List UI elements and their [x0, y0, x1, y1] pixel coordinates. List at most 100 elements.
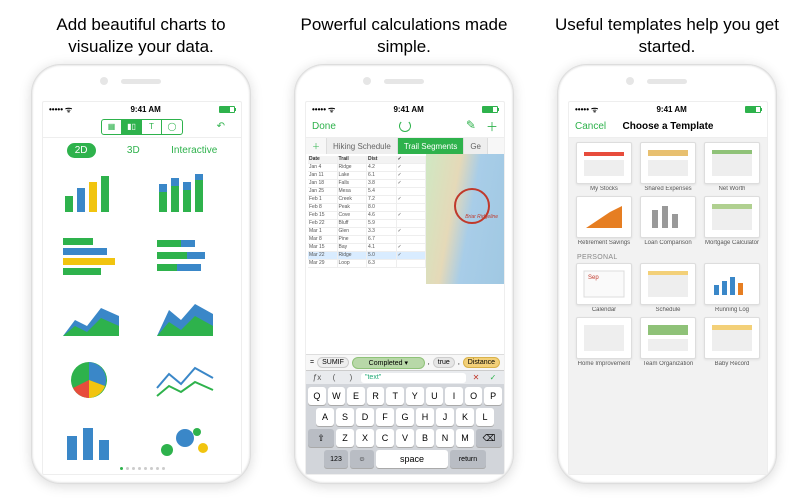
- formula-column-token[interactable]: Completed ▾: [352, 357, 425, 369]
- battery-icon: [219, 106, 235, 113]
- phone-frame-2: •••••ᯤ 9:41 AM Done ✎ ＋ ＋ Hiking Schedule…: [294, 64, 514, 484]
- chart-type-line[interactable]: [155, 358, 223, 408]
- chart-type-bar[interactable]: [61, 172, 129, 222]
- done-button[interactable]: Done: [312, 121, 336, 132]
- status-bar: •••••ᯤ 9:41 AM: [306, 102, 504, 116]
- tab-3d[interactable]: 3D: [127, 145, 140, 156]
- key-b[interactable]: B: [416, 429, 434, 447]
- template-loan[interactable]: Loan Comparison: [639, 196, 697, 248]
- key-p[interactable]: P: [484, 387, 502, 405]
- formula-function-token[interactable]: SUMIF: [317, 357, 349, 368]
- carrier-dots: •••••: [312, 105, 326, 114]
- keyboard[interactable]: QWERTYUIOP ASDFGHJKL ⇧ ZXCVBNM ⌫ 123 ☺ s…: [306, 384, 504, 474]
- battery-icon: [745, 106, 761, 113]
- key-s[interactable]: S: [336, 408, 354, 426]
- wifi-icon: ᯤ: [328, 104, 335, 115]
- key-h[interactable]: H: [416, 408, 434, 426]
- caption-1: Add beautiful charts to visualize your d…: [16, 8, 266, 64]
- key-r[interactable]: R: [367, 387, 385, 405]
- add-icon[interactable]: ＋: [486, 118, 498, 135]
- chart-type-area[interactable]: [61, 296, 129, 346]
- template-calendar[interactable]: SepCalendar: [575, 263, 633, 315]
- key-k[interactable]: K: [456, 408, 474, 426]
- key-i[interactable]: I: [445, 387, 463, 405]
- template-retirement[interactable]: Retirement Savings: [575, 196, 633, 248]
- template-running-log[interactable]: Running Log: [703, 263, 761, 315]
- status-bar: •••••ᯤ 9:41 AM: [43, 102, 241, 116]
- fx-text-field[interactable]: "text": [361, 373, 466, 383]
- chart-type-column[interactable]: [61, 420, 129, 462]
- seg-text-icon[interactable]: T: [142, 120, 162, 134]
- numbers-key[interactable]: 123: [324, 450, 348, 468]
- key-v[interactable]: V: [396, 429, 414, 447]
- template-baby-record[interactable]: Baby Record: [703, 317, 761, 369]
- status-time: 9:41 AM: [656, 105, 686, 114]
- key-d[interactable]: D: [356, 408, 374, 426]
- key-e[interactable]: E: [347, 387, 365, 405]
- key-g[interactable]: G: [396, 408, 414, 426]
- fx-icon[interactable]: ƒx: [310, 373, 324, 382]
- key-w[interactable]: W: [328, 387, 346, 405]
- key-z[interactable]: Z: [336, 429, 354, 447]
- format-segmented-control[interactable]: ▦ ▮▯ T ◯: [101, 119, 183, 135]
- template-mortgage[interactable]: Mortgage Calculator: [703, 196, 761, 248]
- sheet-tab-2[interactable]: Trail Segments: [398, 138, 465, 154]
- key-t[interactable]: T: [386, 387, 404, 405]
- key-f[interactable]: F: [376, 408, 394, 426]
- chart-type-stacked-hbar[interactable]: [155, 234, 223, 284]
- emoji-key[interactable]: ☺: [350, 450, 374, 468]
- key-x[interactable]: X: [356, 429, 374, 447]
- accept-formula-icon[interactable]: ✓: [486, 373, 500, 382]
- return-key[interactable]: return: [450, 450, 486, 468]
- template-net-worth[interactable]: Net Worth: [703, 142, 761, 194]
- template-schedule[interactable]: Schedule: [639, 263, 697, 315]
- section-header-personal: PERSONAL: [575, 250, 761, 263]
- svg-text:Sep: Sep: [588, 275, 599, 281]
- paren-open-key[interactable]: (: [327, 373, 341, 382]
- key-n[interactable]: N: [436, 429, 454, 447]
- chart-type-stacked-bar[interactable]: [155, 172, 223, 222]
- key-u[interactable]: U: [426, 387, 444, 405]
- sheet-tab-3[interactable]: Ge: [464, 138, 488, 154]
- seg-shape-icon[interactable]: ◯: [162, 120, 182, 134]
- seg-table-icon[interactable]: ▦: [102, 120, 122, 134]
- chart-type-bubble[interactable]: [155, 420, 223, 462]
- add-sheet-button[interactable]: ＋: [306, 138, 327, 154]
- caption-2: Powerful calculations made simple.: [279, 8, 529, 64]
- cancel-formula-icon[interactable]: ✕: [469, 373, 483, 382]
- key-l[interactable]: L: [476, 408, 494, 426]
- page-title: Choose a Template: [623, 121, 714, 132]
- phone-frame-3: •••••ᯤ 9:41 AM Cancel Choose a Template …: [557, 64, 777, 484]
- key-c[interactable]: C: [376, 429, 394, 447]
- chart-type-pie[interactable]: [61, 358, 129, 408]
- formula-bool-token[interactable]: true: [433, 357, 455, 368]
- tab-2d[interactable]: 2D: [67, 143, 96, 158]
- carrier-dots: •••••: [49, 105, 63, 114]
- template-shared-expenses[interactable]: Shared Expenses: [639, 142, 697, 194]
- chart-type-hbar[interactable]: [61, 234, 129, 284]
- key-y[interactable]: Y: [406, 387, 424, 405]
- brush-icon[interactable]: ✎: [466, 118, 476, 135]
- chart-type-stacked-area[interactable]: [155, 296, 223, 346]
- template-my-stocks[interactable]: My Stocks: [575, 142, 633, 194]
- key-j[interactable]: J: [436, 408, 454, 426]
- paren-close-key[interactable]: ): [344, 373, 358, 382]
- backspace-key[interactable]: ⌫: [476, 429, 502, 447]
- cancel-button[interactable]: Cancel: [575, 121, 606, 132]
- sheet-tab-1[interactable]: Hiking Schedule: [327, 138, 398, 154]
- shift-key[interactable]: ⇧: [308, 429, 334, 447]
- formula-bar[interactable]: = SUMIF Completed ▾ , true , Distance: [306, 354, 504, 370]
- spreadsheet-table[interactable]: DateTrailDist✓ Jan 4Ridge4.2✓ Jan 11Lake…: [308, 156, 426, 268]
- undo-icon[interactable]: ↶: [217, 121, 225, 132]
- seg-chart-icon[interactable]: ▮▯: [122, 120, 142, 134]
- key-a[interactable]: A: [316, 408, 334, 426]
- template-home-improvement[interactable]: Home Improvement: [575, 317, 633, 369]
- key-m[interactable]: M: [456, 429, 474, 447]
- key-q[interactable]: Q: [308, 387, 326, 405]
- space-key[interactable]: space: [376, 450, 448, 468]
- formula-distance-token[interactable]: Distance: [463, 357, 500, 368]
- tab-interactive[interactable]: Interactive: [171, 145, 217, 156]
- template-team-org[interactable]: Team Organization: [639, 317, 697, 369]
- status-time: 9:41 AM: [130, 105, 160, 114]
- key-o[interactable]: O: [465, 387, 483, 405]
